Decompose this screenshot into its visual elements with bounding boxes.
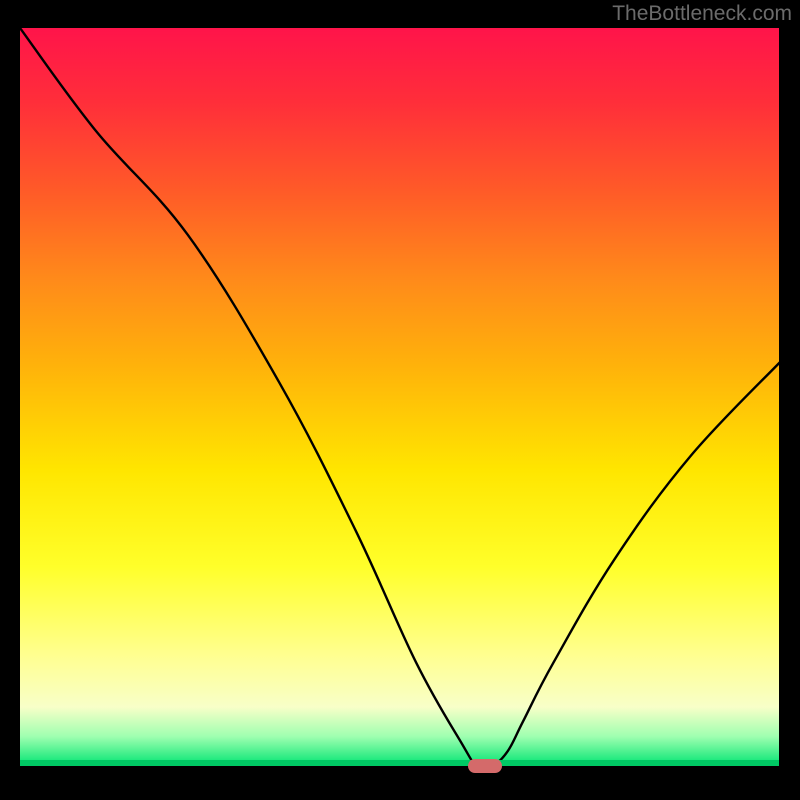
bottleneck-curve: [20, 28, 782, 768]
chart-right-edge: [779, 28, 782, 766]
watermark-text: TheBottleneck.com: [612, 2, 792, 26]
optimal-marker: [468, 759, 502, 773]
chart-bottom-edge: [20, 760, 782, 766]
